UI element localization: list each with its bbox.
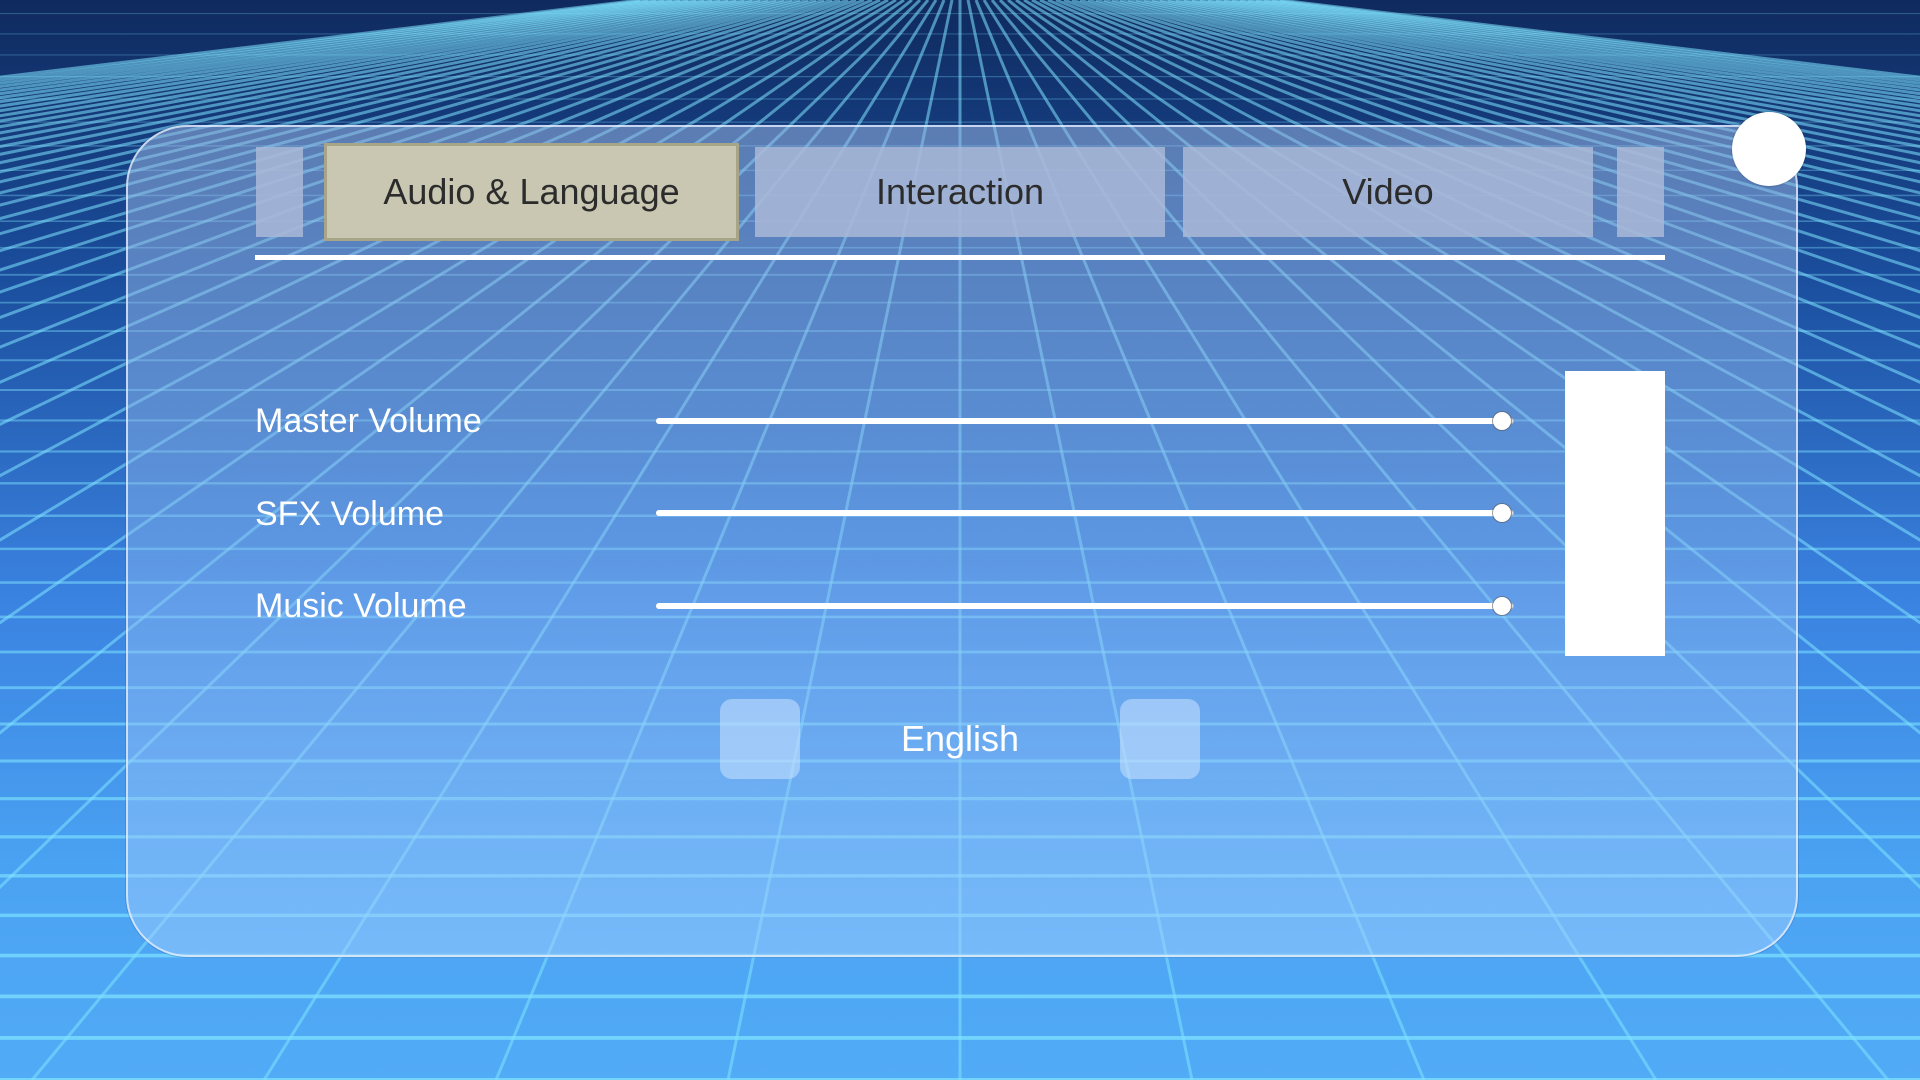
music-volume-label: Music Volume	[255, 587, 467, 625]
master-volume-label: Master Volume	[255, 402, 482, 440]
tab-label: Audio & Language	[383, 171, 680, 212]
settings-panel	[126, 125, 1798, 957]
tab-underline	[255, 255, 1665, 260]
tab-label: Video	[1342, 171, 1434, 212]
tab-scroll-right[interactable]	[1617, 147, 1664, 237]
sfx-volume-label: SFX Volume	[255, 495, 444, 533]
master-volume-slider[interactable]	[656, 406, 1514, 436]
tab-scroll-left[interactable]	[256, 147, 303, 237]
slider-thumb[interactable]	[1493, 597, 1511, 615]
side-scrollbar[interactable]	[1565, 371, 1665, 656]
tab-audio-language[interactable]: Audio & Language	[324, 143, 739, 241]
slider-fill	[656, 603, 1502, 609]
slider-fill	[656, 418, 1502, 424]
sfx-volume-slider[interactable]	[656, 498, 1514, 528]
language-prev-button[interactable]	[720, 699, 800, 779]
music-volume-slider[interactable]	[656, 591, 1514, 621]
slider-fill	[656, 510, 1502, 516]
close-icon[interactable]	[1732, 112, 1806, 186]
tab-label: Interaction	[875, 171, 1045, 212]
tab-interaction[interactable]: Interaction	[755, 147, 1165, 237]
slider-thumb[interactable]	[1493, 412, 1511, 430]
slider-thumb[interactable]	[1493, 504, 1511, 522]
language-next-button[interactable]	[1120, 699, 1200, 779]
tab-video[interactable]: Video	[1183, 147, 1593, 237]
language-value: English	[900, 718, 1020, 759]
